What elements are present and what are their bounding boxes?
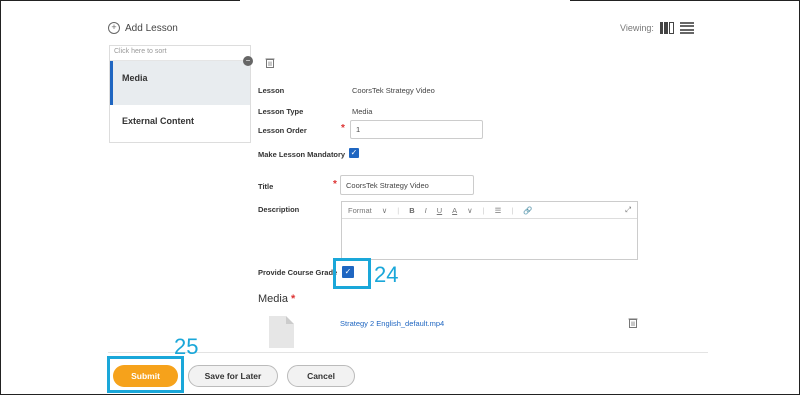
viewing-label: Viewing: [620, 23, 654, 33]
required-marker: * [287, 293, 296, 305]
list-view-icon[interactable] [679, 22, 694, 34]
plus-circle-icon: + [108, 22, 120, 34]
lesson-type-value: Media [352, 107, 373, 116]
cancel-button[interactable]: Cancel [287, 365, 355, 387]
add-lesson-button[interactable]: + Add Lesson [108, 22, 178, 34]
sidebar-item-external-content[interactable]: External Content [110, 105, 250, 137]
description-label: Description [258, 205, 300, 214]
media-heading: Media * [258, 293, 295, 305]
italic-button[interactable]: I [425, 206, 427, 215]
lesson-order-input[interactable]: 1 [350, 120, 483, 139]
title-label: Title [258, 182, 274, 191]
sort-hint[interactable]: Click here to sort [110, 46, 250, 61]
trash-icon[interactable] [628, 317, 638, 328]
required-marker: * [333, 179, 337, 190]
media-file-link[interactable]: Strategy 2 English_default.mp4 [340, 319, 444, 328]
lesson-type-label: Lesson Type [258, 107, 304, 116]
add-lesson-label: Add Lesson [125, 22, 178, 34]
mandatory-label: Make Lesson Mandatory [258, 150, 346, 159]
top-gap [240, 0, 570, 1]
file-icon [269, 316, 294, 348]
save-for-later-button[interactable]: Save for Later [188, 365, 278, 387]
lesson-sidebar: Click here to sort Media External Conten… [109, 45, 251, 143]
view-toggle: Viewing: [620, 22, 694, 34]
trash-icon[interactable] [265, 57, 275, 68]
lesson-order-label: Lesson Order [258, 126, 307, 135]
minus-circle-icon[interactable]: − [243, 56, 253, 66]
grid-view-icon[interactable] [659, 22, 674, 34]
callout-number-24: 24 [374, 262, 399, 287]
chevron-down-icon[interactable]: ∨ [467, 206, 473, 215]
media-heading-text: Media [258, 293, 288, 305]
title-input[interactable]: CoorsTek Strategy Video [340, 175, 474, 195]
lesson-label: Lesson [258, 86, 285, 95]
course-grade-checkbox[interactable]: ✓ [342, 266, 354, 278]
mandatory-checkbox[interactable]: ✓ [349, 148, 359, 158]
sidebar-item-label: Media [122, 73, 148, 83]
sidebar-item-media[interactable]: Media [110, 61, 250, 105]
lesson-value: CoorsTek Strategy Video [352, 86, 435, 95]
bold-button[interactable]: B [409, 206, 414, 215]
bullet-list-icon[interactable]: ☰ [495, 206, 502, 215]
description-editor[interactable]: Format ∨ | B I U A ∨ | ☰ | 🔗 ⤢ [341, 201, 638, 260]
link-icon[interactable]: 🔗 [523, 206, 532, 215]
text-color-button[interactable]: A [452, 206, 457, 215]
toolbar-divider: | [511, 205, 514, 215]
submit-button[interactable]: Submit [113, 365, 178, 387]
grade-label: Provide Course Grade [258, 268, 338, 277]
toolbar-divider: | [482, 205, 485, 215]
toolbar-divider: | [397, 205, 400, 215]
expand-icon[interactable]: ⤢ [625, 205, 631, 215]
required-marker: * [341, 123, 345, 134]
chevron-down-icon[interactable]: ∨ [382, 206, 388, 215]
editor-toolbar: Format ∨ | B I U A ∨ | ☰ | 🔗 ⤢ [342, 202, 637, 219]
format-dropdown[interactable]: Format [348, 206, 372, 215]
underline-button[interactable]: U [437, 206, 442, 215]
sidebar-item-label: External Content [122, 116, 195, 126]
file-fold [286, 316, 294, 324]
